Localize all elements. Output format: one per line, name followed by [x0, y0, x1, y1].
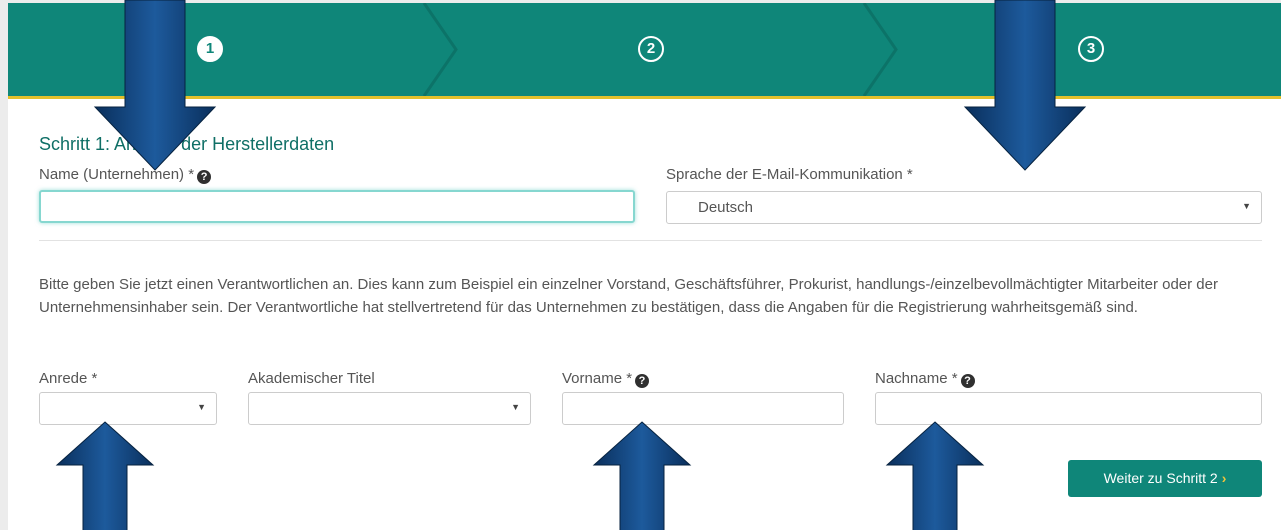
- down-arrow-annotation-1: [93, 0, 217, 171]
- last-name-label: Nachname *?: [875, 370, 975, 388]
- dropdown-caret-icon: ▼: [1242, 201, 1251, 211]
- academic-title-label: Akademischer Titel: [248, 370, 375, 387]
- email-language-select[interactable]: Deutsch ▼: [666, 191, 1262, 224]
- responsible-person-info: Bitte geben Sie jetzt einen Verantwortli…: [39, 276, 1218, 316]
- step-separator-1: [422, 3, 458, 96]
- up-arrow-annotation-2: [592, 421, 692, 530]
- section-divider: [39, 240, 1262, 241]
- first-name-label-text: Vorname *: [562, 370, 633, 387]
- up-arrow-annotation-3: [885, 421, 985, 530]
- email-language-value: Deutsch: [698, 199, 754, 216]
- down-arrow-annotation-2: [963, 0, 1087, 171]
- first-name-label: Vorname *?: [562, 370, 650, 388]
- next-step-button[interactable]: Weiter zu Schritt 2 ›: [1068, 460, 1262, 497]
- question-circle-icon[interactable]: ?: [635, 374, 650, 388]
- step-2-indicator[interactable]: 2: [638, 36, 664, 62]
- academic-title-select[interactable]: ▼: [248, 392, 531, 425]
- chevron-right-icon: ›: [1221, 470, 1227, 486]
- last-name-label-text: Nachname *: [875, 370, 958, 387]
- dropdown-caret-icon: ▼: [197, 402, 206, 412]
- step-separator-2: [862, 3, 898, 96]
- next-step-button-label: Weiter zu Schritt 2: [1103, 470, 1218, 486]
- up-arrow-annotation-1: [55, 421, 155, 530]
- dropdown-caret-icon: ▼: [511, 402, 520, 412]
- question-circle-icon[interactable]: ?: [960, 374, 975, 388]
- email-language-label: Sprache der E-Mail-Kommunikation *: [666, 166, 913, 183]
- company-name-input[interactable]: [39, 190, 635, 223]
- salutation-label: Anrede *: [39, 370, 98, 387]
